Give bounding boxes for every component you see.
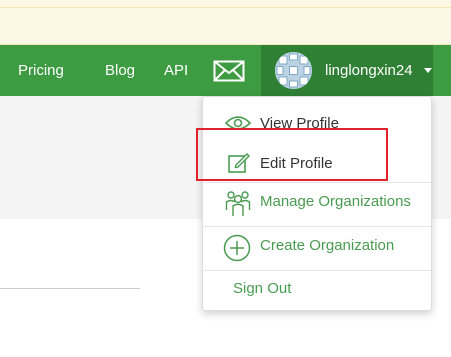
caret-down-icon	[424, 68, 432, 73]
user-dropdown-menu: View Profile Edit Profile Manage Organiz…	[202, 96, 432, 311]
user-menu-toggle[interactable]: linglongxin24	[261, 45, 433, 96]
menu-item-view-profile[interactable]: View Profile	[203, 109, 431, 137]
menu-item-sign-out[interactable]: Sign Out	[203, 277, 431, 303]
menu-item-manage-organizations[interactable]: Manage Organizations	[203, 187, 431, 225]
menu-divider	[203, 182, 431, 183]
menu-label-sign-out: Sign Out	[233, 280, 292, 297]
top-navbar: Pricing Blog API linglongxin24	[0, 45, 451, 96]
content-divider	[0, 288, 140, 289]
menu-divider	[203, 226, 431, 227]
menu-label-edit-profile: Edit Profile	[260, 155, 333, 172]
eye-icon	[224, 115, 252, 136]
nav-link-pricing[interactable]: Pricing	[18, 45, 64, 96]
menu-item-create-organization[interactable]: Create Organization	[203, 231, 431, 267]
edit-icon	[228, 152, 250, 179]
username: linglongxin24	[325, 62, 413, 79]
notice-divider	[0, 7, 451, 8]
people-icon	[225, 190, 251, 223]
envelope-icon[interactable]	[213, 60, 245, 82]
menu-label-manage-organizations: Manage Organizations	[260, 193, 411, 210]
menu-label-create-organization: Create Organization	[260, 237, 395, 254]
menu-divider	[203, 270, 431, 271]
avatar	[275, 52, 312, 89]
nav-link-api[interactable]: API	[164, 45, 188, 96]
menu-label-view-profile: View Profile	[260, 115, 339, 132]
notice-bar	[0, 0, 451, 45]
plus-circle-icon	[223, 234, 251, 267]
menu-item-edit-profile[interactable]: Edit Profile	[203, 147, 431, 179]
nav-link-blog[interactable]: Blog	[105, 45, 135, 96]
